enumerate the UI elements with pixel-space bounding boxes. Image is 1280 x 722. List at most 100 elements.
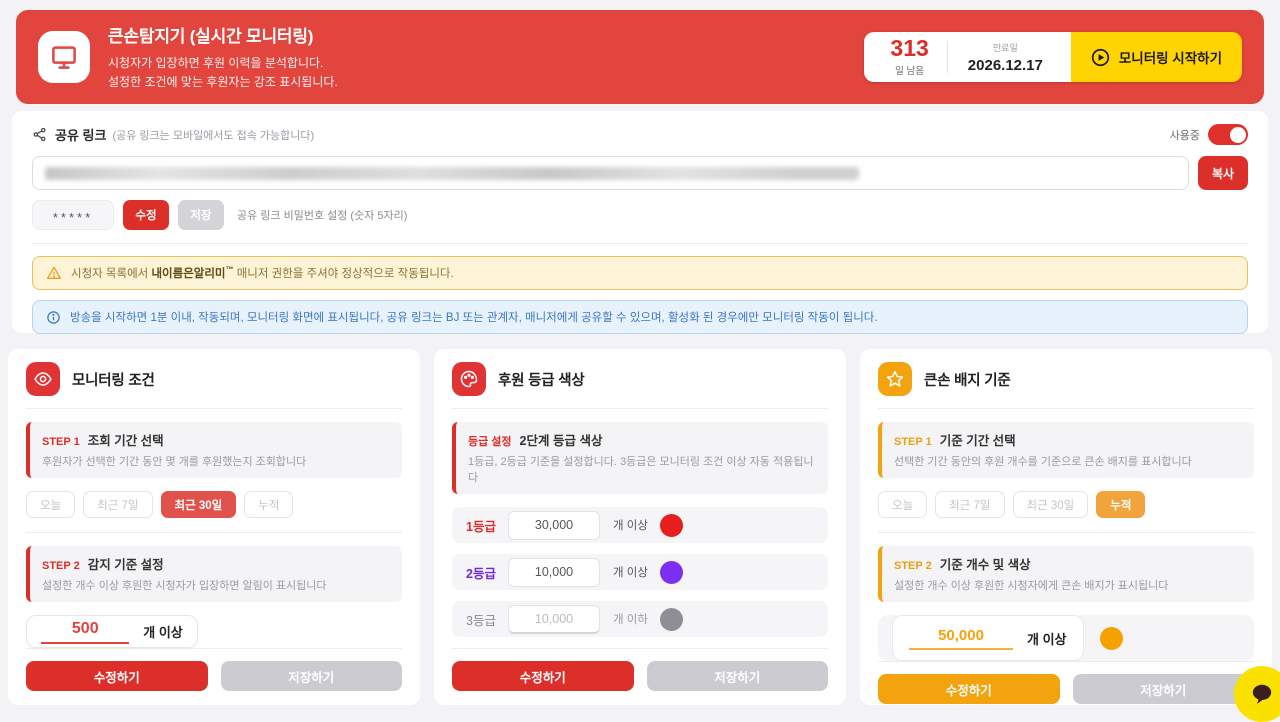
tier-row-2: 2등급 10,000 개 이상 (452, 554, 828, 590)
start-monitoring-button[interactable]: 모니터링 시작하기 (1071, 32, 1242, 82)
step-desc: 설정한 개수 이상 후원한 시청자가 입장하면 알림이 표시됩니다 (42, 577, 390, 593)
step-desc: 1등급, 2등급 기준을 설정합니다. 3등급은 모니터링 조건 이상 자동 적… (468, 453, 816, 485)
divider (947, 41, 948, 73)
kakao-chat-button[interactable] (1234, 666, 1280, 722)
broadcast-info-notice: 방송을 시작하면 1분 이내, 작동되며, 모니터링 화면에 표시됩니다, 공유… (32, 300, 1248, 334)
card-title: 후원 등급 색상 (498, 369, 585, 390)
info-circle-icon (46, 310, 61, 325)
manager-permission-warning: 시청자 목록에서 내이름은알리미™ 매니저 권한을 주셔야 정상적으로 작동됩니… (32, 256, 1248, 290)
step-label: STEP 2 (894, 560, 932, 572)
divider (32, 243, 1248, 244)
step-desc: 선택한 기간 동안의 후원 개수를 기준으로 큰손 배지를 표시합니다 (894, 453, 1242, 469)
step-desc: 후원자가 선택한 기간 동안 몇 개를 후원했는지 조회합니다 (42, 453, 390, 469)
badge-threshold-unit: 개 이상 (1027, 629, 1067, 648)
share-link-toggle[interactable] (1208, 124, 1248, 145)
divider (878, 408, 1254, 409)
period-chip-cumulative[interactable]: 누적 (244, 491, 293, 518)
period-chips: 오늘 최근 7일 최근 30일 누적 (26, 491, 402, 518)
period-chip-7days[interactable]: 최근 7일 (83, 491, 152, 518)
eye-icon (26, 362, 60, 396)
days-remaining-label: 일 남음 (890, 63, 928, 77)
step-desc: 설정한 개수 이상 후원한 시청자에게 큰손 배지가 표시됩니다 (894, 577, 1242, 593)
expiry-label: 만료일 (968, 41, 1043, 54)
save-button[interactable]: 저장하기 (1073, 674, 1255, 704)
tier-label: 1등급 (466, 516, 508, 535)
edit-button[interactable]: 수정하기 (452, 661, 634, 691)
threshold-unit: 개 이상 (143, 622, 183, 641)
password-edit-button[interactable]: 수정 (123, 200, 169, 230)
period-chip-30days[interactable]: 최근 30일 (1013, 491, 1089, 518)
password-save-button[interactable]: 저장 (178, 200, 224, 230)
expiry-date: 2026.12.17 (968, 57, 1043, 74)
license-info: 313 일 남음 만료일 2026.12.17 (864, 32, 1070, 82)
threshold-input[interactable]: 500 (41, 620, 129, 644)
period-chip-7days[interactable]: 최근 7일 (935, 491, 1004, 518)
card-title: 큰손 배지 기준 (924, 369, 1011, 390)
play-icon (1091, 48, 1110, 67)
big-spender-badge-card: 큰손 배지 기준 STEP 1 기준 기간 선택 선택한 기간 동안의 후원 개… (860, 349, 1272, 705)
tier-label: 3등급 (466, 610, 508, 629)
star-icon (878, 362, 912, 396)
page-title: 큰손탐지기 (실시간 모니터링) (108, 22, 338, 47)
share-link-subtitle: (공유 링크는 모바일에서도 접속 가능합니다) (112, 127, 314, 143)
step-title: 감지 기준 설정 (88, 554, 164, 573)
copy-link-button[interactable]: 복사 (1198, 156, 1248, 190)
tier-color-swatch[interactable] (660, 561, 683, 584)
divider (878, 532, 1254, 533)
tier-color-swatch[interactable] (660, 608, 683, 631)
page-subtitle-line1: 시청자가 입장하면 후원 이력을 분석합니다. (108, 54, 338, 73)
step2-box: STEP 2 기준 개수 및 색상 설정한 개수 이상 후원한 시청자에게 큰손… (878, 546, 1254, 602)
app-header: 큰손탐지기 (실시간 모니터링) 시청자가 입장하면 후원 이력을 분석합니다.… (16, 10, 1264, 104)
redacted-link-value (45, 167, 859, 180)
password-input[interactable]: ***** (32, 200, 114, 230)
badge-threshold-box: 50,000 개 이상 (878, 615, 1254, 661)
days-remaining-value: 313 (890, 37, 928, 60)
period-chip-today[interactable]: 오늘 (878, 491, 927, 518)
tier-row-1: 1등급 30,000 개 이상 (452, 507, 828, 543)
period-chip-cumulative[interactable]: 누적 (1096, 491, 1145, 518)
page-subtitle-line2: 설정한 조건에 맞는 후원자는 강조 표시됩니다. (108, 73, 338, 92)
edit-button[interactable]: 수정하기 (878, 674, 1060, 704)
step-title: 2단계 등급 색상 (520, 430, 603, 449)
step-title: 기준 기간 선택 (940, 430, 1016, 449)
step-label: STEP 1 (894, 436, 932, 448)
tier-row-3: 3등급 10,000 개 이하 (452, 601, 828, 637)
save-button[interactable]: 저장하기 (221, 661, 403, 691)
threshold-box: 500 개 이상 (26, 615, 198, 648)
tier-value-input[interactable]: 10,000 (508, 605, 600, 634)
badge-color-swatch[interactable] (1100, 627, 1123, 650)
warning-triangle-icon (46, 265, 62, 281)
tier-value-input[interactable]: 30,000 (508, 511, 600, 540)
tier-unit: 개 이상 (613, 517, 648, 533)
edit-button[interactable]: 수정하기 (26, 661, 208, 691)
period-chips: 오늘 최근 7일 최근 30일 누적 (878, 491, 1254, 518)
tier-step-box: 등급 설정 2단계 등급 색상 1등급, 2등급 기준을 설정합니다. 3등급은… (452, 422, 828, 494)
step2-box: STEP 2 감지 기준 설정 설정한 개수 이상 후원한 시청자가 입장하면 … (26, 546, 402, 602)
share-link-input[interactable] (32, 156, 1189, 190)
step-title: 조회 기간 선택 (88, 430, 164, 449)
badge-threshold-input[interactable]: 50,000 (909, 627, 1013, 650)
tier-unit: 개 이하 (613, 611, 648, 627)
step-label: 등급 설정 (468, 433, 512, 449)
step1-box: STEP 1 기준 기간 선택 선택한 기간 동안의 후원 개수를 기준으로 큰… (878, 422, 1254, 478)
tier-color-swatch[interactable] (660, 514, 683, 537)
info-text: 방송을 시작하면 1분 이내, 작동되며, 모니터링 화면에 표시됩니다, 공유… (70, 309, 878, 325)
in-use-label: 사용중 (1170, 127, 1200, 143)
save-button[interactable]: 저장하기 (647, 661, 829, 691)
tier-value-input[interactable]: 10,000 (508, 558, 600, 587)
divider (452, 408, 828, 409)
monitor-icon (38, 31, 90, 83)
card-title: 모니터링 조건 (72, 369, 155, 390)
warning-text: 시청자 목록에서 내이름은알리미™ 매니저 권한을 주셔야 정상적으로 작동됩니… (71, 265, 454, 281)
step1-box: STEP 1 조회 기간 선택 후원자가 선택한 기간 동안 몇 개를 후원했는… (26, 422, 402, 478)
palette-icon (452, 362, 486, 396)
period-chip-30days[interactable]: 최근 30일 (161, 491, 237, 518)
share-icon (32, 127, 47, 142)
divider (26, 532, 402, 533)
share-link-title: 공유 링크 (55, 125, 106, 144)
monitoring-conditions-card: 모니터링 조건 STEP 1 조회 기간 선택 후원자가 선택한 기간 동안 몇… (8, 349, 420, 705)
period-chip-today[interactable]: 오늘 (26, 491, 75, 518)
step-title: 기준 개수 및 색상 (940, 554, 1031, 573)
password-hint: 공유 링크 비밀번호 설정 (숫자 5자리) (237, 207, 407, 223)
start-monitoring-label: 모니터링 시작하기 (1119, 47, 1222, 67)
